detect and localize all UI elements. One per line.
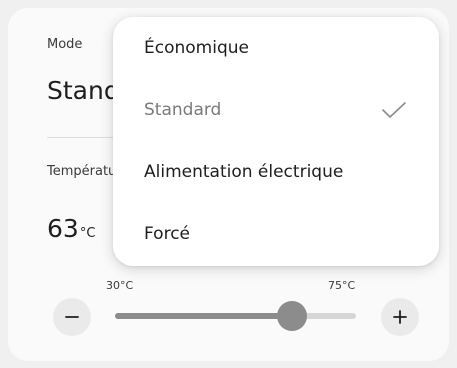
slider-fill	[115, 313, 292, 319]
temperature-slider[interactable]	[115, 301, 356, 331]
range-min-label: 30°C	[106, 279, 134, 292]
menu-item-label: Économique	[144, 38, 249, 58]
menu-item-label: Alimentation électrique	[144, 162, 344, 182]
increase-button[interactable]	[381, 298, 419, 336]
menu-item-alimentation-electrique[interactable]: Alimentation électrique	[113, 141, 439, 203]
menu-item-force[interactable]: Forcé	[113, 203, 439, 265]
temperature-unit: °C	[79, 226, 96, 241]
temperature-value: 63°C	[47, 214, 95, 243]
plus-icon	[393, 310, 407, 324]
mode-dropdown-menu: Économique Standard Alimentation électri…	[113, 17, 439, 266]
minus-icon	[65, 316, 79, 318]
temperature-number: 63	[47, 214, 79, 243]
menu-item-label: Forcé	[144, 224, 190, 244]
decrease-button[interactable]	[53, 298, 91, 336]
slider-thumb[interactable]	[277, 301, 307, 331]
mode-label: Mode	[47, 37, 83, 52]
menu-item-economique[interactable]: Économique	[113, 17, 439, 79]
menu-item-label: Standard	[144, 100, 222, 120]
checkmark-icon	[382, 102, 406, 118]
range-max-label: 75°C	[328, 279, 356, 292]
menu-item-standard[interactable]: Standard	[113, 79, 439, 141]
